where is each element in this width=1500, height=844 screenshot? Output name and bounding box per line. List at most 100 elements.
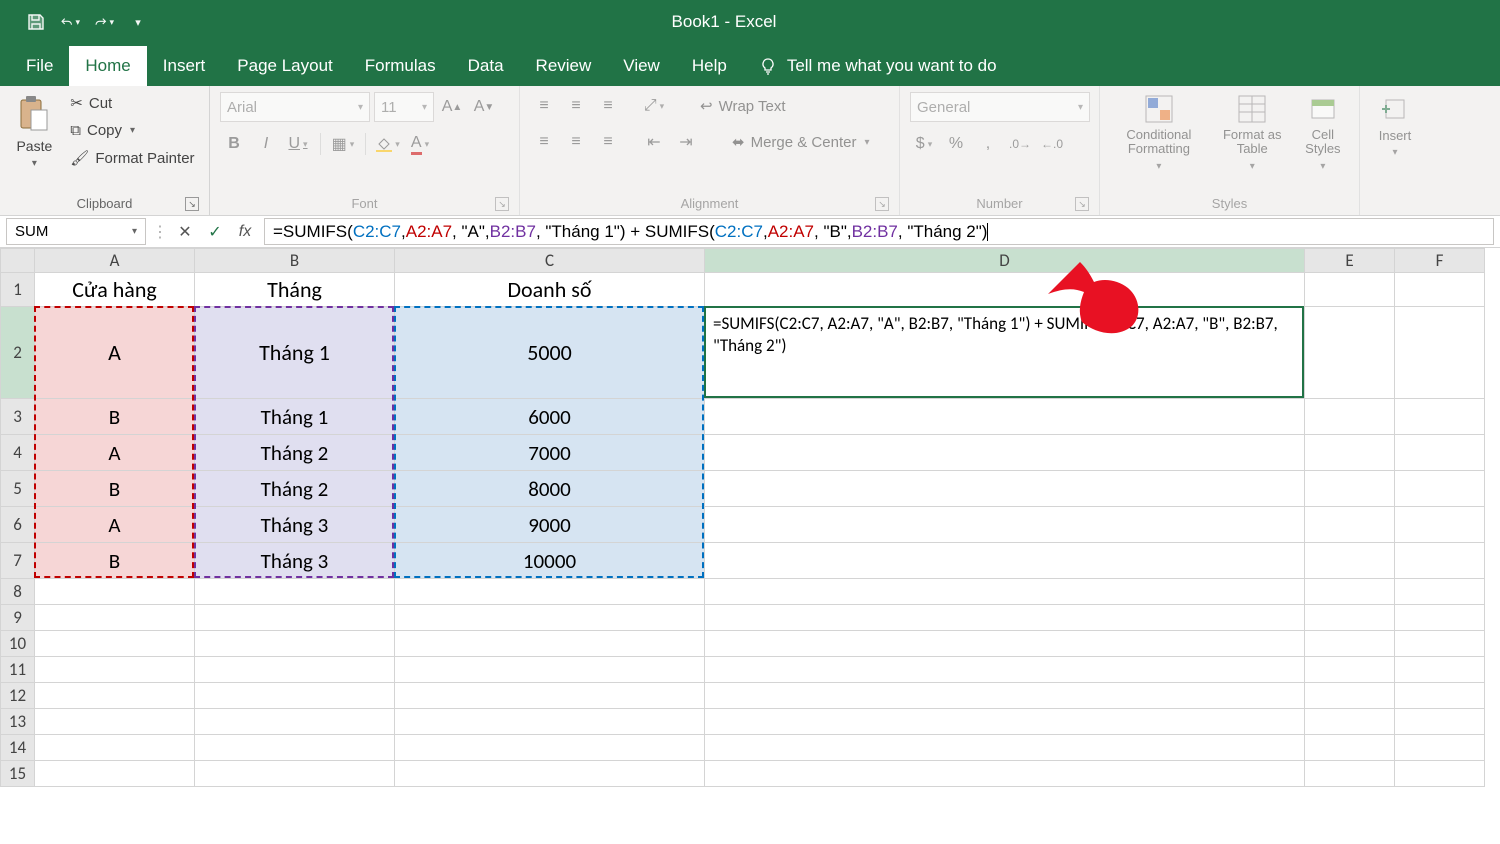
cell-B5[interactable]: Tháng 2 (195, 471, 395, 507)
cell-E13[interactable] (1305, 709, 1395, 735)
cell-E6[interactable] (1305, 507, 1395, 543)
cell-E4[interactable] (1305, 435, 1395, 471)
align-top-icon[interactable]: ≡ (530, 92, 558, 120)
font-launcher-icon[interactable]: ↘ (495, 197, 509, 211)
cell-E1[interactable] (1305, 273, 1395, 307)
number-launcher-icon[interactable]: ↘ (1075, 197, 1089, 211)
cell-B4[interactable]: Tháng 2 (195, 435, 395, 471)
conditional-formatting-button[interactable]: Conditional Formatting▾ (1110, 92, 1208, 174)
cell-F10[interactable] (1395, 631, 1485, 657)
fx-icon[interactable]: fx (230, 216, 260, 247)
cell-C12[interactable] (395, 683, 705, 709)
cell-F12[interactable] (1395, 683, 1485, 709)
col-header-D[interactable]: D (705, 249, 1305, 273)
accounting-format-icon[interactable]: $ (910, 130, 938, 158)
cell-B12[interactable] (195, 683, 395, 709)
format-as-table-button[interactable]: Format as Table▾ (1216, 92, 1289, 174)
row-header-12[interactable]: 12 (1, 683, 35, 709)
cell-A14[interactable] (35, 735, 195, 761)
cell-A9[interactable] (35, 605, 195, 631)
number-format-combo[interactable]: General▾ (910, 92, 1090, 122)
cell-A10[interactable] (35, 631, 195, 657)
cell-F4[interactable] (1395, 435, 1485, 471)
cell-D11[interactable] (705, 657, 1305, 683)
paste-button[interactable]: Paste ▾ (10, 92, 58, 171)
alignment-launcher-icon[interactable]: ↘ (875, 197, 889, 211)
tab-insert[interactable]: Insert (147, 46, 222, 86)
worksheet-grid[interactable]: A B C D E F 1Cửa hàngThángDoanh số2AThán… (0, 248, 1500, 787)
cell-F8[interactable] (1395, 579, 1485, 605)
cut-button[interactable]: ✂Cut (66, 92, 198, 114)
bold-icon[interactable]: B (220, 130, 248, 158)
cell-C5[interactable]: 8000 (395, 471, 705, 507)
tab-home[interactable]: Home (69, 46, 146, 86)
cell-D14[interactable] (705, 735, 1305, 761)
row-header-9[interactable]: 9 (1, 605, 35, 631)
row-header-3[interactable]: 3 (1, 399, 35, 435)
cell-F14[interactable] (1395, 735, 1485, 761)
cell-C6[interactable]: 9000 (395, 507, 705, 543)
cell-B6[interactable]: Tháng 3 (195, 507, 395, 543)
col-header-E[interactable]: E (1305, 249, 1395, 273)
row-header-2[interactable]: 2 (1, 307, 35, 399)
cell-D3[interactable] (705, 399, 1305, 435)
cell-D7[interactable] (705, 543, 1305, 579)
font-size-combo[interactable]: 11▾ (374, 92, 434, 122)
cell-F2[interactable] (1395, 307, 1485, 399)
cell-F11[interactable] (1395, 657, 1485, 683)
cell-A3[interactable]: B (35, 399, 195, 435)
cell-A12[interactable] (35, 683, 195, 709)
tab-formulas[interactable]: Formulas (349, 46, 452, 86)
align-center-icon[interactable]: ≡ (562, 128, 590, 156)
font-name-combo[interactable]: Arial▾ (220, 92, 370, 122)
redo-icon[interactable]: ▾ (94, 12, 114, 32)
cell-B13[interactable] (195, 709, 395, 735)
align-middle-icon[interactable]: ≡ (562, 92, 590, 120)
tab-view[interactable]: View (607, 46, 676, 86)
cell-E2[interactable] (1305, 307, 1395, 399)
cell-E15[interactable] (1305, 761, 1395, 787)
name-box[interactable]: SUM▾ (6, 218, 146, 245)
tab-review[interactable]: Review (520, 46, 608, 86)
tell-me-search[interactable]: Tell me what you want to do (743, 46, 1013, 86)
fill-color-icon[interactable] (374, 130, 402, 158)
cell-F15[interactable] (1395, 761, 1485, 787)
cell-F13[interactable] (1395, 709, 1485, 735)
cell-B14[interactable] (195, 735, 395, 761)
cell-D13[interactable] (705, 709, 1305, 735)
decrease-decimal-icon[interactable]: ←.0 (1038, 130, 1066, 158)
italic-icon[interactable]: I (252, 130, 280, 158)
cell-C15[interactable] (395, 761, 705, 787)
increase-indent-icon[interactable]: ⇥ (672, 128, 700, 156)
borders-icon[interactable]: ▦ (329, 130, 357, 158)
format-painter-button[interactable]: 🖌Format Painter (66, 147, 198, 169)
cell-B3[interactable]: Tháng 1 (195, 399, 395, 435)
row-header-5[interactable]: 5 (1, 471, 35, 507)
cell-A13[interactable] (35, 709, 195, 735)
cell-A2[interactable]: A (35, 307, 195, 399)
row-header-8[interactable]: 8 (1, 579, 35, 605)
grow-font-icon[interactable]: A▲ (438, 93, 466, 121)
cell-C4[interactable]: 7000 (395, 435, 705, 471)
qat-customize-icon[interactable]: ▾ (128, 12, 148, 32)
cell-D5[interactable] (705, 471, 1305, 507)
cell-B7[interactable]: Tháng 3 (195, 543, 395, 579)
increase-decimal-icon[interactable]: .0→ (1006, 130, 1034, 158)
cell-A15[interactable] (35, 761, 195, 787)
row-header-7[interactable]: 7 (1, 543, 35, 579)
undo-icon[interactable]: ▾ (60, 12, 80, 32)
cell-A11[interactable] (35, 657, 195, 683)
row-header-11[interactable]: 11 (1, 657, 35, 683)
row-header-10[interactable]: 10 (1, 631, 35, 657)
cell-B9[interactable] (195, 605, 395, 631)
row-header-1[interactable]: 1 (1, 273, 35, 307)
cell-D12[interactable] (705, 683, 1305, 709)
shrink-font-icon[interactable]: A▼ (470, 93, 498, 121)
cell-C3[interactable]: 6000 (395, 399, 705, 435)
cell-E8[interactable] (1305, 579, 1395, 605)
cell-F3[interactable] (1395, 399, 1485, 435)
cell-F9[interactable] (1395, 605, 1485, 631)
tab-file[interactable]: File (10, 46, 69, 86)
tab-page-layout[interactable]: Page Layout (221, 46, 348, 86)
cell-A6[interactable]: A (35, 507, 195, 543)
